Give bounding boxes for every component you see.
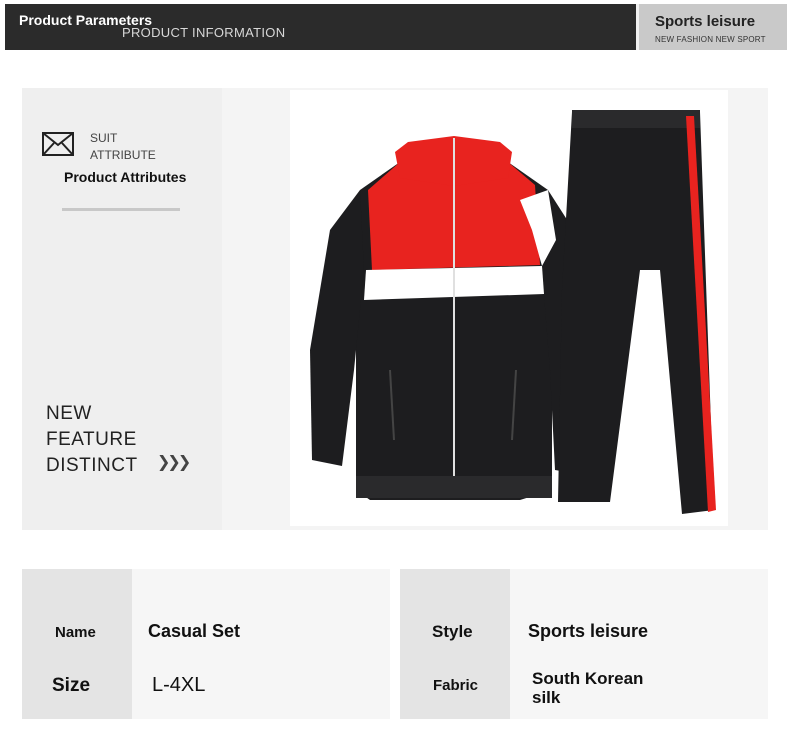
name-label: Name	[55, 624, 96, 641]
header-right-title: Sports leisure	[655, 13, 756, 30]
name-value: Casual Set	[148, 621, 241, 641]
suit-attribute-label: SUIT ATTRIBUTE	[90, 131, 156, 162]
spec-card-right: Style Sports leisure Fabric South Korean…	[400, 569, 768, 719]
size-label: Size	[52, 675, 91, 696]
header-bar: Product Parameters PRODUCT INFORMATION S…	[5, 4, 787, 50]
style-value: Sports leisure	[528, 621, 649, 641]
header-left-subtitle: PRODUCT INFORMATION	[122, 25, 286, 40]
product-attributes-title: Product Attributes	[64, 169, 187, 185]
style-label: Style	[432, 622, 473, 641]
spec-card-left: Name Casual Set Size L-4XL	[22, 569, 390, 719]
divider	[62, 208, 180, 211]
fabric-label: Fabric	[433, 677, 479, 694]
header-right-box: Sports leisure NEW FASHION NEW SPORT	[636, 4, 787, 50]
attributes-sidebar: SUIT ATTRIBUTE Product Attributes NEW FE…	[22, 88, 222, 530]
envelope-icon	[42, 132, 74, 156]
fabric-value: South Korean silk	[532, 669, 644, 707]
product-panel: SUIT ATTRIBUTE Product Attributes NEW FE…	[22, 88, 768, 530]
product-photo	[290, 90, 728, 526]
chevrons-right-icon: ❯❯❯	[157, 454, 191, 471]
header-right-subtitle: NEW FASHION NEW SPORT	[655, 35, 766, 44]
feature-text: NEW FEATURE DISTINCT	[46, 403, 138, 476]
spec-label-column	[400, 569, 510, 719]
size-value: L-4XL	[152, 674, 206, 696]
